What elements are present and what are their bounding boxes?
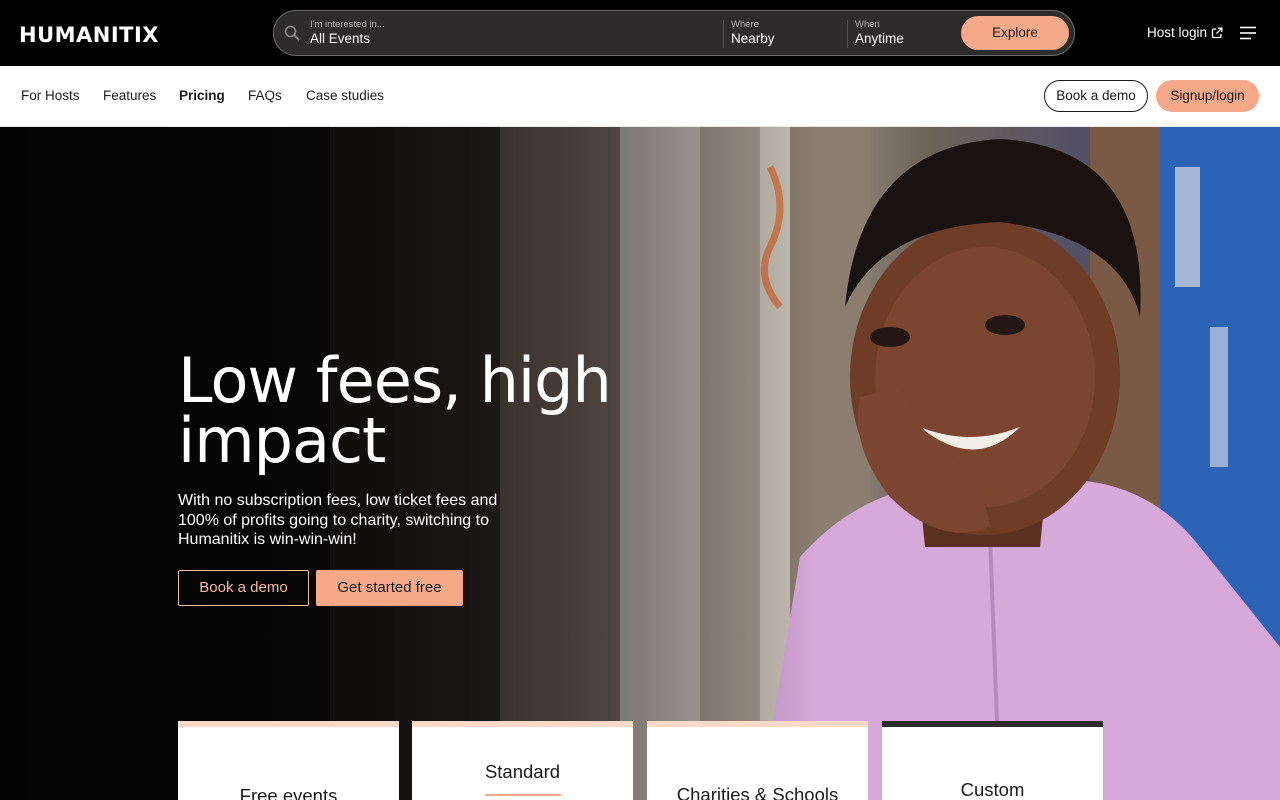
nav-for-hosts[interactable]: For Hosts — [21, 88, 80, 104]
humanitix-logo[interactable]: HUMANITIX — [19, 22, 159, 48]
hero-section: Low fees, high impact With no subscripti… — [0, 127, 1280, 800]
interest-field[interactable]: I'm interested in... All Events — [310, 11, 710, 55]
when-value[interactable]: Anytime — [855, 31, 904, 46]
external-link-icon — [1211, 27, 1223, 39]
get-started-free-button[interactable]: Get started free — [316, 570, 463, 606]
card-title: Charities & Schools — [676, 784, 839, 800]
divider — [847, 20, 848, 48]
hamburger-icon[interactable] — [1240, 26, 1256, 40]
hero-title: Low fees, high impact — [178, 344, 612, 477]
card-title: Custom — [960, 779, 1025, 800]
search-icon — [284, 25, 300, 41]
pricing-card-charities[interactable]: Charities & Schools — [647, 721, 868, 800]
top-bar: HUMANITIX I'm interested in... All Event… — [0, 0, 1280, 66]
card-underline — [485, 794, 561, 796]
where-label: Where — [731, 19, 759, 30]
nav-case-studies[interactable]: Case studies — [306, 88, 384, 104]
when-field[interactable]: When Anytime — [855, 11, 965, 55]
host-login-label: Host login — [1147, 25, 1208, 40]
interest-label: I'm interested in... — [310, 19, 385, 30]
nav-pricing[interactable]: Pricing — [179, 88, 225, 104]
nav-faqs[interactable]: FAQs — [248, 88, 282, 104]
where-field[interactable]: Where Nearby — [731, 11, 841, 55]
pricing-card-free[interactable]: Free events — [178, 721, 399, 800]
explore-button[interactable]: Explore — [961, 16, 1069, 50]
event-search-bar[interactable]: I'm interested in... All Events Where Ne… — [273, 10, 1075, 56]
pricing-card-custom[interactable]: Custom — [882, 721, 1103, 800]
divider — [723, 20, 724, 48]
card-title: Standard — [484, 761, 561, 782]
card-title: Free events — [239, 785, 338, 800]
host-login-link[interactable]: Host login — [1147, 25, 1223, 41]
book-demo-button[interactable]: Book a demo — [1044, 80, 1148, 112]
nav-features[interactable]: Features — [103, 88, 156, 104]
hero-subtitle: With no subscription fees, low ticket fe… — [178, 492, 498, 548]
interest-value[interactable]: All Events — [310, 31, 370, 46]
pricing-card-standard[interactable]: Standard — [412, 721, 633, 800]
secondary-nav: For Hosts Features Pricing FAQs Case stu… — [0, 66, 1280, 127]
signup-login-button[interactable]: Signup/login — [1156, 80, 1259, 112]
hero-book-demo-button[interactable]: Book a demo — [178, 570, 309, 606]
where-value[interactable]: Nearby — [731, 31, 775, 46]
when-label: When — [855, 19, 880, 30]
